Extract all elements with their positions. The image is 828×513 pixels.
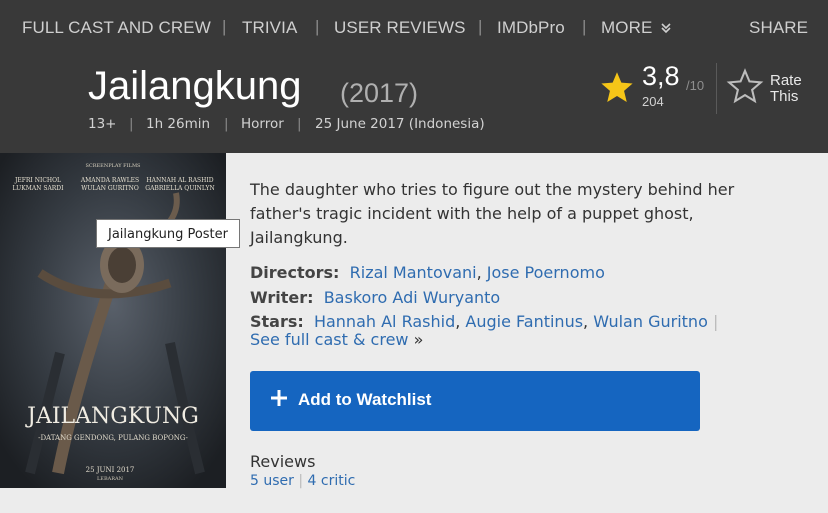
title-header: FULL CAST AND CREW | TRIVIA | USER REVIE… [0,0,828,153]
poster-cast: JEFRI NICHOL [14,177,61,184]
meta-separator: | [224,116,229,132]
see-full-arrow: » [413,330,424,349]
stars-row: Stars: Hannah Al Rashid, Augie Fantinus,… [250,312,719,331]
director-link[interactable]: Jose Poernomo [487,263,605,282]
director-link[interactable]: Rizal Mantovani [350,263,477,282]
runtime: 1h 26min [146,116,211,132]
subnav-imdbpro[interactable]: IMDbPro [497,18,565,38]
see-full-row: See full cast & crew » [250,330,423,349]
writer-link[interactable]: Baskoro Adi Wuryanto [324,288,501,307]
stars-separator: | [712,312,719,331]
poster-cast: GABRIELLA QUINLYN [145,185,214,192]
rate-label-line-1: Rate [770,72,802,89]
watchlist-label: Add to Watchlist [298,390,432,409]
rate-this-button[interactable]: Rate This [770,73,802,105]
poster-image[interactable]: SCREENPLAY FILMS JEFRI NICHOL AMANDA RAW… [0,153,226,488]
page-title: Jailangkung [88,64,302,108]
rate-label-line-2: This [770,88,799,105]
subnav-more[interactable]: MORE [601,18,672,38]
title-year-link[interactable]: (2017) [340,78,418,109]
star-link[interactable]: Augie Fantinus [465,312,583,331]
share-button[interactable]: SHARE [749,18,808,38]
plus-icon [271,390,287,406]
rating-count-link[interactable]: 204 [642,94,664,109]
subnav-separator: | [582,17,587,36]
poster-cast: HANNAH AL RASHID [146,177,213,184]
poster-cast: AMANDA RAWLES [80,177,139,184]
subnav-separator: | [222,17,227,36]
see-full-cast-link[interactable]: See full cast & crew [250,330,409,349]
rating-max: /10 [686,78,705,93]
critic-reviews-link[interactable]: 4 critic [308,473,356,489]
add-to-watchlist-button[interactable]: Add to Watchlist [250,371,700,431]
poster-date-sub: LEBARAN [97,476,124,482]
subnav-more-label: MORE [601,18,653,37]
certificate: 13+ [88,116,117,132]
directors-label: Directors: [250,263,340,282]
genre-link[interactable]: Horror [241,116,284,132]
user-reviews-link[interactable]: 5 user [250,473,294,489]
subnav-trivia[interactable]: TRIVIA [242,18,297,38]
reviews-heading: Reviews [250,452,316,471]
stars-label: Stars: [250,312,304,331]
reviews-links: 5 user | 4 critic [250,473,355,489]
subnav: FULL CAST AND CREW | TRIVIA | USER REVIE… [0,0,828,58]
star-outline-icon[interactable] [725,68,765,106]
writer-row: Writer: Baskoro Adi Wuryanto [250,288,500,307]
poster-cast: LUKMAN SARDI [13,185,65,192]
reviews-separator: | [298,473,304,489]
meta-separator: | [129,116,134,132]
writer-label: Writer: [250,288,314,307]
star-icon [601,72,633,102]
poster-top-line: SCREENPLAY FILMS [86,163,142,169]
plot-summary: The daughter who tries to figure out the… [250,180,735,247]
subnav-separator: | [478,17,483,36]
poster-tooltip: Jailangkung Poster [96,219,240,248]
subnav-user-reviews[interactable]: USER REVIEWS [334,18,466,38]
poster-tagline: -DATANG GENDONG, PULANG BOPONG- [38,434,188,442]
subnav-separator: | [315,17,320,36]
double-chevron-down-icon [661,23,671,34]
star-link[interactable]: Wulan Guritno [593,312,708,331]
poster-film-title: JAILANGKUNG [25,404,199,429]
subnav-full-cast[interactable]: FULL CAST AND CREW [22,18,211,38]
meta-separator: | [297,116,302,132]
poster-date: 25 JUNI 2017 [86,466,135,474]
poster-cast: WULAN GURITNO [81,185,139,192]
rating-value: 3,8 [642,61,680,91]
poster-artwork: SCREENPLAY FILMS JEFRI NICHOL AMANDA RAW… [0,153,226,488]
star-link[interactable]: Hannah Al Rashid [314,312,455,331]
directors-row: Directors: Rizal Mantovani, Jose Poernom… [250,263,605,282]
rating-divider [716,63,717,114]
release-date-link[interactable]: 25 June 2017 (Indonesia) [315,116,485,132]
